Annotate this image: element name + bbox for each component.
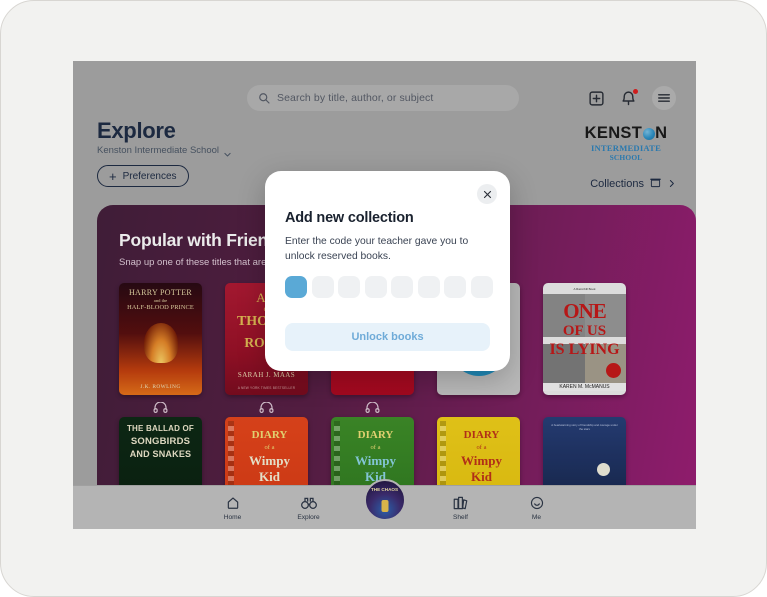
nav-label-home: Home (223, 513, 242, 521)
nav-label-shelf: Shelf (452, 513, 469, 521)
smiley-face-icon (516, 495, 558, 511)
binoculars-icon (288, 495, 330, 511)
app-screen: Search by title, author, or subject Expl… (73, 61, 696, 529)
bookshelf-icon (440, 495, 482, 511)
home-icon (212, 495, 254, 511)
code-input-3[interactable] (338, 276, 360, 298)
close-icon[interactable] (477, 184, 497, 204)
add-new-collection-modal: Add new collection Enter the code your t… (265, 171, 510, 371)
code-input-5[interactable] (391, 276, 413, 298)
code-input-7[interactable] (444, 276, 466, 298)
code-input-4[interactable] (364, 276, 387, 298)
modal-title: Add new collection (285, 210, 414, 226)
code-input-1[interactable] (285, 276, 307, 298)
unlock-books-button[interactable]: Unlock books (285, 323, 490, 351)
unlock-books-label: Unlock books (351, 331, 424, 343)
code-entry-group (285, 276, 493, 298)
nav-item-me[interactable]: Me (516, 495, 558, 521)
nav-label-me: Me (531, 513, 542, 521)
modal-description: Enter the code your teacher gave you to … (285, 236, 469, 263)
nav-item-shelf[interactable]: Shelf (440, 495, 482, 521)
nav-label-explore: Explore (297, 513, 320, 521)
nav-item-home[interactable]: Home (212, 495, 254, 521)
bottom-navigation-bar: Home Explore THE CHAOS Shelf Me (73, 478, 696, 529)
tablet-device-frame: Search by title, author, or subject Expl… (0, 0, 767, 597)
nav-item-explore[interactable]: Explore (288, 495, 330, 521)
code-input-6[interactable] (417, 276, 440, 298)
current-book-title: THE CHAOS (370, 486, 399, 492)
current-book-icon[interactable]: THE CHAOS (363, 478, 406, 521)
code-input-2[interactable] (311, 276, 334, 298)
code-input-8[interactable] (470, 276, 493, 298)
